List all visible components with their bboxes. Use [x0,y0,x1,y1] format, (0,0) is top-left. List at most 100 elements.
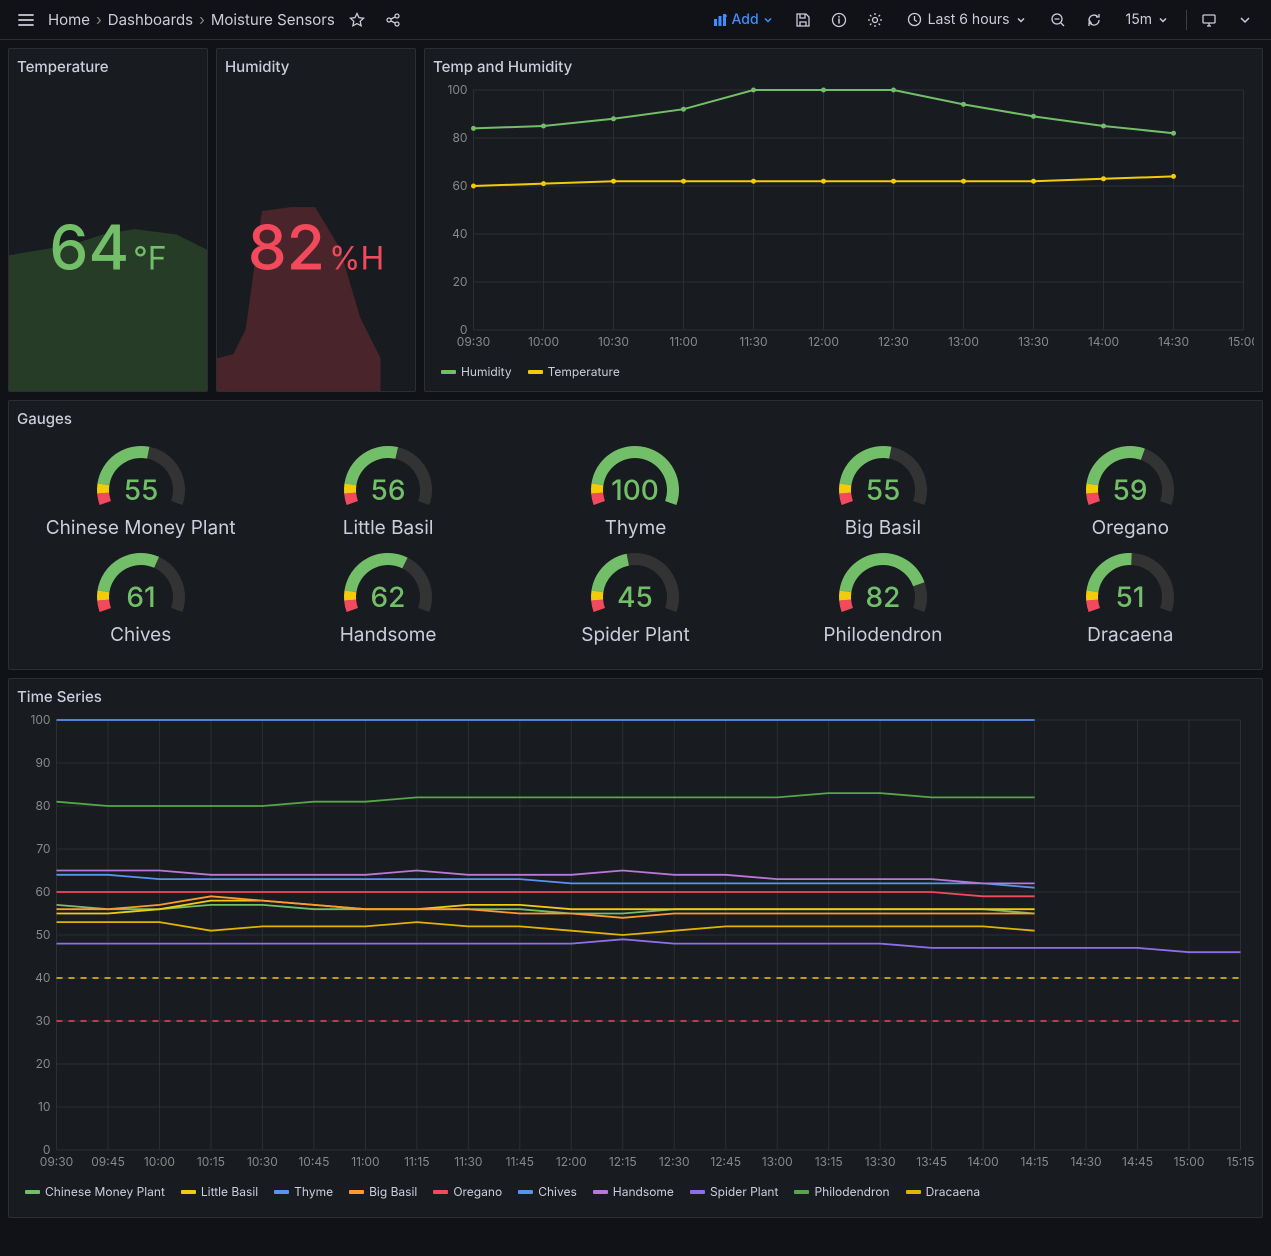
temperature-value: 64 [49,210,129,285]
svg-text:11:00: 11:00 [669,334,697,349]
gauges-panel[interactable]: Gauges 55Chinese Money Plant56Little Bas… [8,400,1263,670]
svg-text:15:00: 15:00 [1228,334,1254,349]
svg-text:50: 50 [36,927,51,942]
svg-text:13:30: 13:30 [865,1154,896,1169]
svg-text:14:00: 14:00 [967,1154,998,1169]
svg-text:09:30: 09:30 [457,334,490,349]
svg-text:12:00: 12:00 [556,1154,587,1169]
chart-legend: Humidity Temperature [433,360,1254,383]
svg-text:80: 80 [36,798,51,813]
temp-humidity-chart[interactable]: Temp and Humidity 02040608010009:3010:00… [424,48,1263,392]
legend-item[interactable]: Humidity [441,364,512,379]
chevron-down-icon[interactable] [1231,6,1259,34]
svg-text:55: 55 [123,473,158,507]
legend-item[interactable]: Chinese Money Plant [25,1184,165,1199]
svg-text:10:00: 10:00 [528,334,559,349]
gauge-big-basil[interactable]: 55Big Basil [763,440,1002,539]
temperature-unit: °F [133,239,166,278]
gauge-thyme[interactable]: 100Thyme [516,440,755,539]
panel-title: Temp and Humidity [433,57,1254,76]
gauge-little-basil[interactable]: 56Little Basil [268,440,507,539]
svg-text:100: 100 [447,82,467,97]
legend-item[interactable]: Big Basil [349,1184,417,1199]
svg-text:14:15: 14:15 [1020,1154,1048,1169]
star-icon[interactable] [343,6,371,34]
add-button[interactable]: Add [705,7,780,32]
legend-item[interactable]: Oregano [433,1184,502,1199]
panel-title: Gauges [17,409,1254,428]
legend-item[interactable]: Chives [518,1184,577,1199]
svg-text:11:15: 11:15 [404,1154,429,1169]
temperature-panel[interactable]: Temperature 64 °F [8,48,208,392]
svg-text:12:15: 12:15 [609,1154,637,1169]
svg-text:10:00: 10:00 [144,1154,175,1169]
svg-text:10:45: 10:45 [298,1154,329,1169]
svg-text:70: 70 [36,841,50,856]
info-icon[interactable] [825,6,853,34]
svg-text:13:00: 13:00 [948,334,979,349]
zoom-out-icon[interactable] [1044,6,1072,34]
svg-text:62: 62 [371,580,406,614]
legend-item[interactable]: Handsome [593,1184,674,1199]
legend-item[interactable]: Temperature [528,364,620,379]
gauge-handsome[interactable]: 62Handsome [268,547,507,646]
gauge-oregano[interactable]: 59Oregano [1011,440,1250,539]
gauge-chinese-money-plant[interactable]: 55Chinese Money Plant [21,440,260,539]
gauge-spider-plant[interactable]: 45Spider Plant [516,547,755,646]
humidity-unit: %H [329,239,384,278]
svg-text:13:15: 13:15 [815,1154,843,1169]
svg-text:51: 51 [1116,580,1145,614]
menu-icon[interactable] [12,6,40,34]
legend-item[interactable]: Philodendron [794,1184,889,1199]
svg-text:15:15: 15:15 [1227,1154,1254,1169]
svg-text:100: 100 [30,712,50,727]
top-header: Home › Dashboards › Moisture Sensors Add… [0,0,1271,40]
panel-title: Temperature [17,57,199,76]
svg-text:09:30: 09:30 [40,1154,73,1169]
svg-text:45: 45 [618,580,654,614]
humidity-value: 82 [248,210,325,285]
svg-text:12:30: 12:30 [659,1154,690,1169]
refresh-interval[interactable]: 15m [1116,7,1178,32]
svg-text:10:30: 10:30 [598,334,629,349]
svg-text:12:45: 12:45 [710,1154,741,1169]
svg-text:59: 59 [1113,473,1148,507]
time-range-picker[interactable]: Last 6 hours [897,7,1036,32]
svg-text:10: 10 [38,1099,50,1114]
crumb-dashboards[interactable]: Dashboards [108,10,193,29]
svg-text:20: 20 [453,274,468,289]
svg-text:100: 100 [612,473,660,507]
svg-text:13:45: 13:45 [916,1154,947,1169]
legend-item[interactable]: Spider Plant [690,1184,779,1199]
svg-text:14:45: 14:45 [1122,1154,1153,1169]
legend-item[interactable]: Little Basil [181,1184,258,1199]
gauge-dracaena[interactable]: 51Dracaena [1011,547,1250,646]
svg-text:20: 20 [36,1056,51,1071]
legend-item[interactable]: Thyme [274,1184,333,1199]
svg-text:55: 55 [866,473,901,507]
crumb-home[interactable]: Home [48,10,90,29]
legend-item[interactable]: Dracaena [906,1184,980,1199]
svg-text:11:00: 11:00 [351,1154,379,1169]
svg-text:10:15: 10:15 [197,1154,225,1169]
gauge-chives[interactable]: 61Chives [21,547,260,646]
gauge-philodendron[interactable]: 82Philodendron [763,547,1002,646]
monitor-icon[interactable] [1195,6,1223,34]
svg-text:11:30: 11:30 [739,334,767,349]
svg-text:60: 60 [35,884,50,899]
timeseries-panel[interactable]: Time Series 010203040506070809010009:300… [8,678,1263,1218]
crumb-current[interactable]: Moisture Sensors [211,10,335,29]
humidity-panel[interactable]: Humidity 82 %H [216,48,416,392]
svg-text:80: 80 [453,130,468,145]
svg-text:40: 40 [35,970,50,985]
refresh-icon[interactable] [1080,6,1108,34]
panel-title: Time Series [17,687,1254,706]
save-icon[interactable] [789,6,817,34]
gear-icon[interactable] [861,6,889,34]
svg-text:13:30: 13:30 [1018,334,1049,349]
svg-text:40: 40 [452,226,467,241]
svg-text:09:45: 09:45 [91,1154,125,1169]
share-icon[interactable] [379,6,407,34]
svg-text:11:45: 11:45 [506,1154,534,1169]
svg-text:10:30: 10:30 [247,1154,278,1169]
